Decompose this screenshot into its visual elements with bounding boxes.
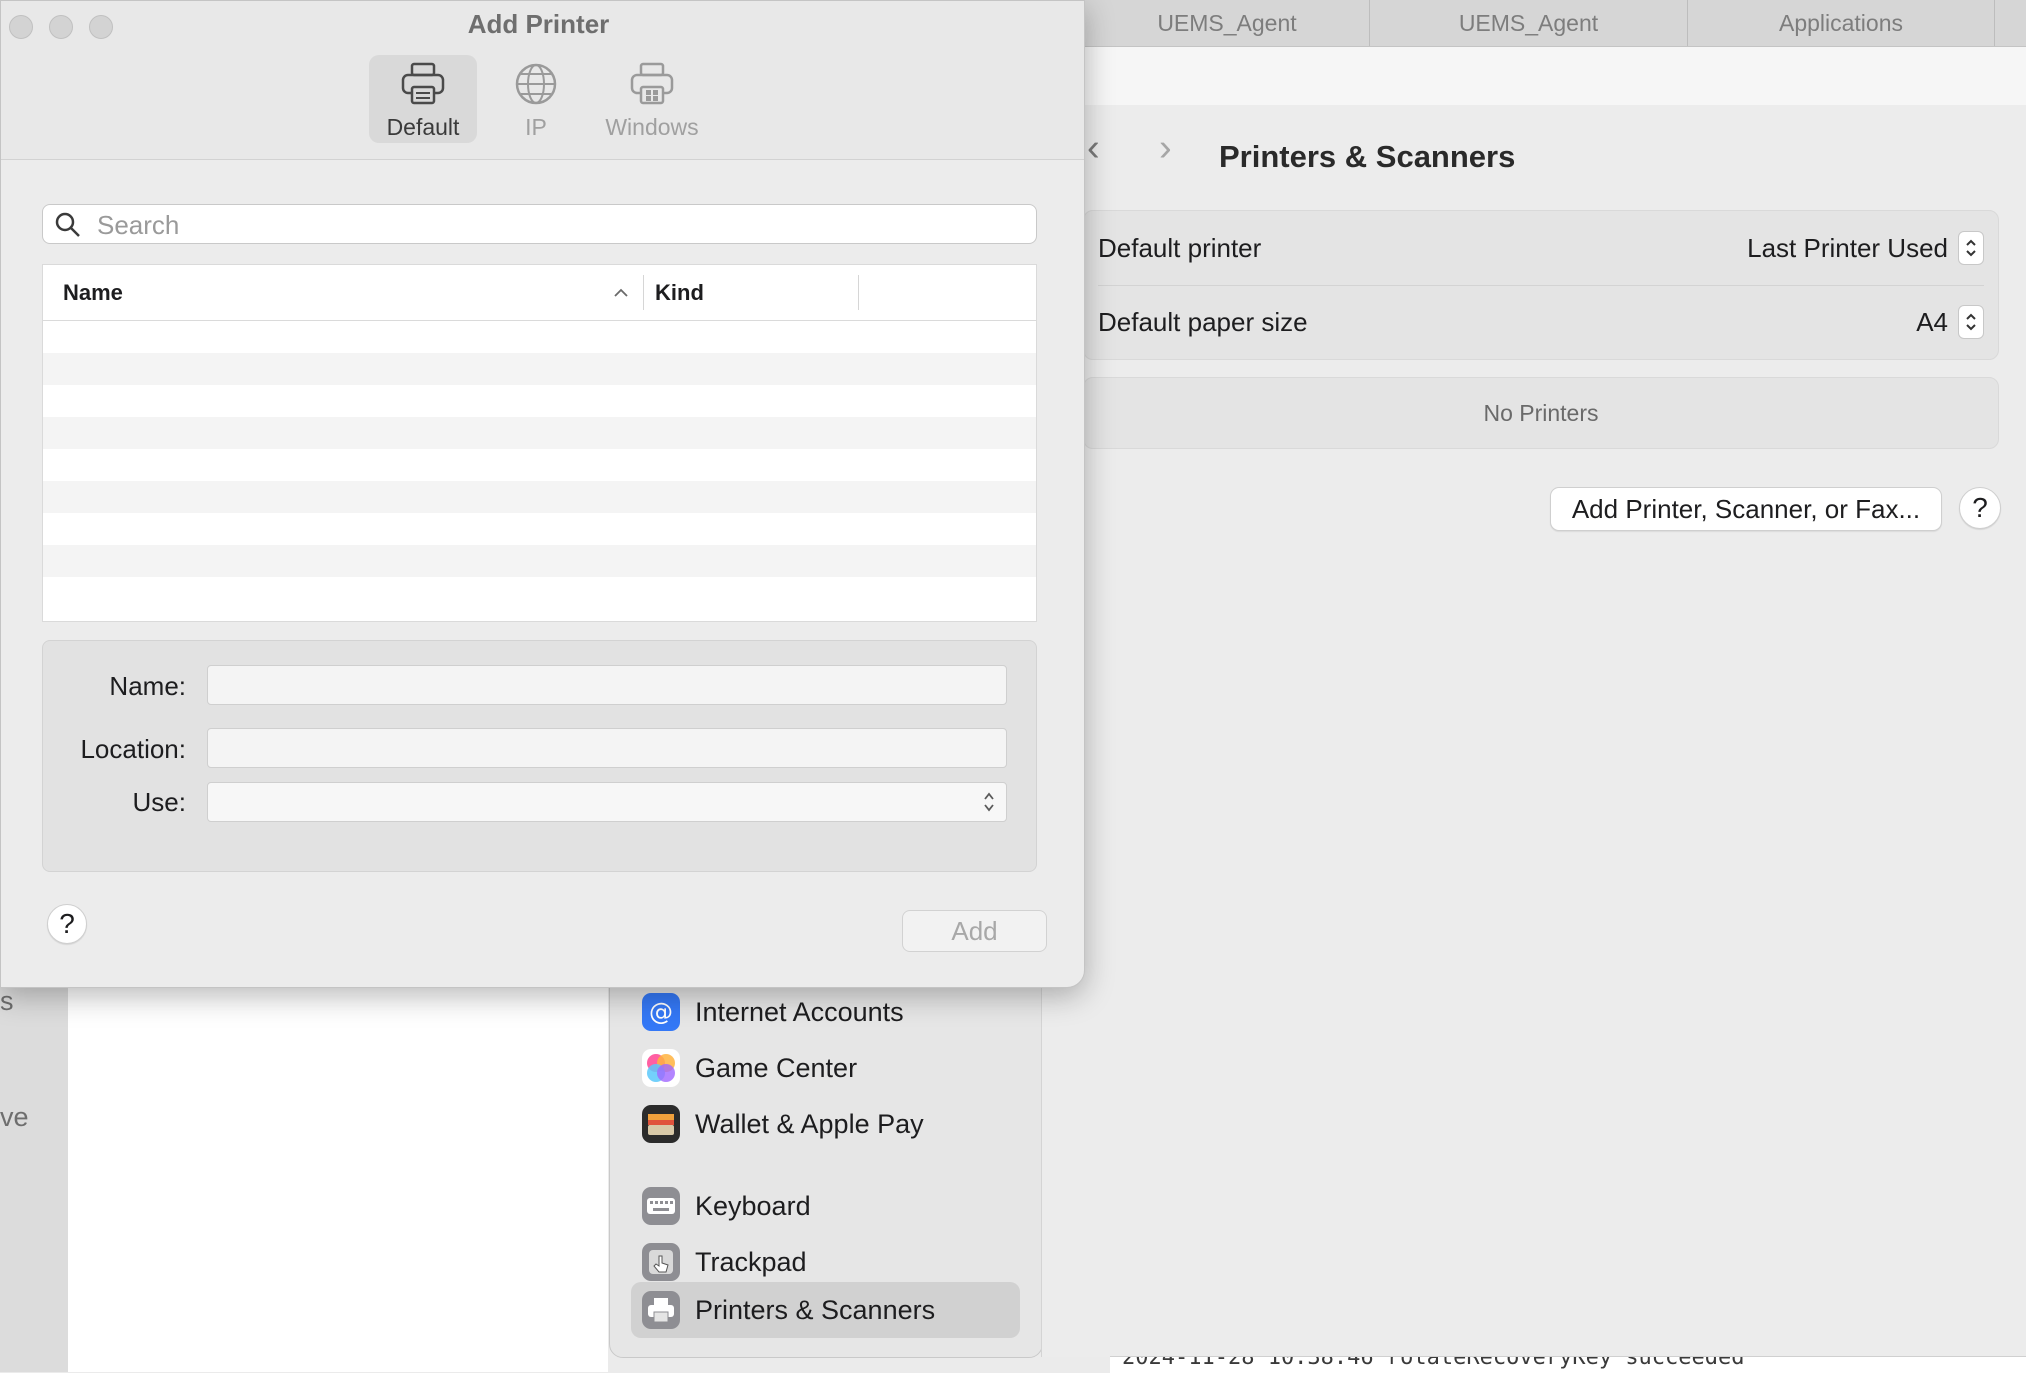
dialog-toolbar: Add Printer Default IP Windows [1,1,1084,160]
terminal-line: 2024-11-28 10:38:46 rotateRecoveryKey su… [1122,1356,1745,1370]
default-paper-label: Default paper size [1098,306,1308,337]
globe-icon [513,61,559,112]
location-field[interactable] [207,728,1007,768]
default-paper-select[interactable]: A4 [1916,305,1984,339]
column-header-name[interactable]: Name [63,265,123,320]
table-row[interactable] [43,417,1036,449]
at-icon: @ [642,993,680,1031]
location-label: Location: [80,734,186,764]
table-header: Name Kind [43,265,1036,321]
tab-applications[interactable]: Applications [1688,0,1995,46]
default-paper-value: A4 [1916,306,1948,337]
search-field [42,204,1037,245]
sidebar-item-label: Internet Accounts [695,996,904,1027]
table-row[interactable] [43,545,1036,577]
help-button[interactable]: ? [47,904,87,944]
wallet-icon [642,1105,680,1143]
sidebar-item-label: Printers & Scanners [695,1294,936,1325]
keyboard-icon [642,1187,680,1225]
tab-label: IP [525,114,547,140]
default-paper-row: Default paper size A4 [1098,285,1984,359]
tab-uems-agent-2[interactable]: UEMS_Agent [1370,0,1688,46]
page-title: Printers & Scanners [1219,139,1516,174]
background-window-sidebar: s ve [0,980,68,1372]
table-row[interactable] [43,385,1036,417]
tab-ip[interactable]: IP [501,55,571,143]
default-printer-value: Last Printer Used [1747,232,1948,263]
settings-sidebar: @ Internet Accounts Game Center Wallet &… [609,960,1043,1358]
tab-label: Default [386,114,460,140]
printer-icon [399,61,447,112]
sidebar-item-printers-scanners[interactable]: Printers & Scanners [631,1282,1020,1338]
table-row[interactable] [43,513,1036,545]
trackpad-icon [642,1243,680,1281]
use-select[interactable] [207,782,1007,822]
forward-arrow-icon[interactable]: › [1159,127,1172,170]
help-button[interactable]: ? [1959,487,2001,529]
default-printer-select[interactable]: Last Printer Used [1747,231,1984,265]
tab-label: Windows [605,114,699,140]
table-row[interactable] [43,321,1036,353]
background-text-fragment: ve [0,1102,29,1132]
background-window-content [68,980,608,1372]
updown-chevron-icon [1958,231,1984,265]
name-field[interactable] [207,665,1007,705]
printer-list-table: Name Kind [42,264,1037,622]
sidebar-item-label: Trackpad [695,1246,807,1277]
updown-chevron-icon [1958,305,1984,339]
svg-text:@: @ [649,998,673,1026]
sort-ascending-icon[interactable] [613,265,629,320]
search-icon [55,212,81,243]
name-label: Name: [109,671,186,701]
default-printer-row: Default printer Last Printer Used [1098,211,1984,286]
add-button[interactable]: Add [902,910,1047,952]
add-printer-dialog: Add Printer Default IP Windows Search Na… [0,0,1085,988]
table-row[interactable] [43,481,1036,513]
terminal-output: 2024-11-28 10:38:46 rotateRecoveryKey su… [1110,1356,2026,1373]
default-printer-label: Default printer [1098,232,1262,263]
sidebar-item-wallet[interactable]: Wallet & Apple Pay [642,1096,1032,1152]
defaults-card: Default printer Last Printer Used Defaul… [1083,210,1999,360]
back-arrow-icon[interactable]: ‹ [1087,127,1100,170]
use-label: Use: [132,787,186,817]
table-row[interactable] [43,449,1036,481]
window-tab-bar: UEMS_Agent UEMS_Agent Applications [1085,0,2026,47]
column-header-kind[interactable]: Kind [655,265,704,320]
sidebar-item-internet-accounts[interactable]: @ Internet Accounts [642,984,1032,1040]
tab-default[interactable]: Default [369,55,477,143]
printer-details-form: Name: Location: Use: [42,640,1037,872]
printer-icon [642,1291,680,1329]
no-printers-box: No Printers [1083,377,1999,449]
table-row[interactable] [43,577,1036,609]
window-toolbar [1085,47,2026,106]
table-row[interactable] [43,353,1036,385]
add-printer-scanner-fax-button[interactable]: Add Printer, Scanner, or Fax... [1550,487,1942,531]
column-divider [643,275,644,310]
printers-scanners-pane: ‹ › Printers & Scanners Default printer … [1041,105,2026,1357]
background-text-fragment: s [0,986,14,1016]
game-center-icon [642,1049,680,1087]
windows-printer-icon [628,61,676,112]
tab-uems-agent-1[interactable]: UEMS_Agent [1085,0,1370,46]
sidebar-item-game-center[interactable]: Game Center [642,1040,1032,1096]
sidebar-item-label: Game Center [695,1052,858,1083]
dialog-title: Add Printer [467,9,610,39]
tab-windows[interactable]: Windows [597,55,707,143]
sidebar-item-keyboard[interactable]: Keyboard [642,1178,1032,1234]
updown-chevron-icon [982,789,996,822]
sidebar-item-label: Keyboard [695,1190,811,1221]
column-divider [858,275,859,310]
sidebar-item-label: Wallet & Apple Pay [695,1108,924,1139]
search-input[interactable] [95,205,1019,245]
